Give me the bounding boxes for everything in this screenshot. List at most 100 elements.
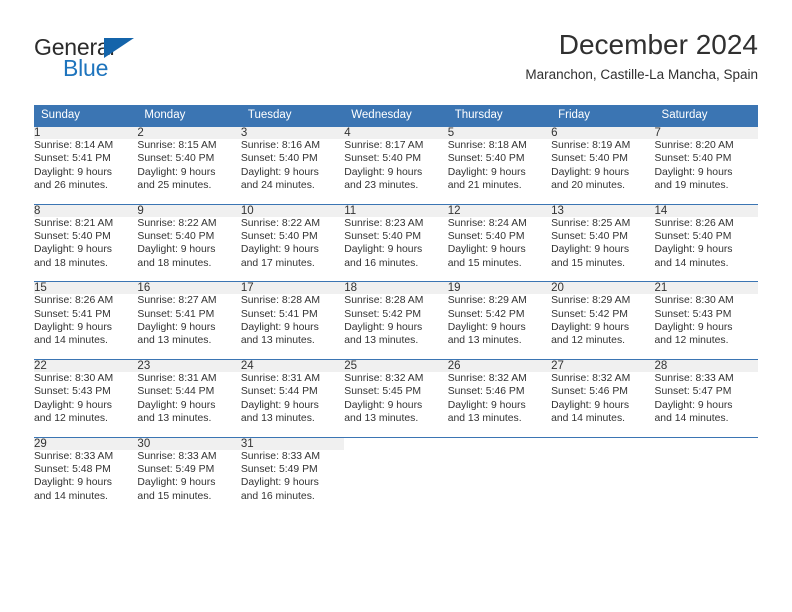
day-cell[interactable]: Sunrise: 8:22 AM Sunset: 5:40 PM Daylight:… — [240, 216, 345, 271]
day-cell[interactable]: Sunrise: 8:33 AM Sunset: 5:47 PM Daylight:… — [654, 371, 758, 426]
day-daylight-text: Daylight: 9 hours — [34, 166, 112, 178]
day-cell[interactable]: Sunrise: 8:26 AM Sunset: 5:40 PM Daylight:… — [654, 216, 758, 271]
day-sunset-text: Sunset: 5:40 PM — [551, 153, 628, 165]
day-cell[interactable]: Sunrise: 8:19 AM Sunset: 5:40 PM Daylight:… — [551, 139, 655, 193]
day-sunset-text: Sunset: 5:49 PM — [240, 463, 318, 475]
day-sunrise-text: Sunrise: 8:26 AM — [654, 217, 734, 229]
day-number[interactable]: 6 — [551, 127, 655, 139]
day-cell[interactable]: Sunrise: 8:20 AM Sunset: 5:40 PM Daylight:… — [654, 139, 758, 193]
day-cell[interactable]: Sunrise: 8:30 AM Sunset: 5:43 PM Daylight:… — [34, 371, 138, 426]
day-number[interactable]: 18 — [344, 282, 448, 295]
day-cell[interactable]: Sunrise: 8:18 AM Sunset: 5:40 PM Daylight:… — [447, 139, 552, 193]
day-cell[interactable]: Sunrise: 8:29 AM Sunset: 5:42 PM Daylight:… — [551, 294, 655, 348]
day-number[interactable]: 17 — [240, 282, 345, 295]
day-number[interactable]: 31 — [240, 437, 345, 450]
day-number[interactable]: 13 — [551, 204, 655, 217]
day-cell[interactable]: Sunrise: 8:24 AM Sunset: 5:40 PM Daylight:… — [447, 216, 552, 271]
day-sunrise-text: Sunrise: 8:22 AM — [137, 217, 217, 229]
day-cell[interactable]: Sunrise: 8:32 AM Sunset: 5:46 PM Daylight:… — [447, 371, 552, 426]
day-cell[interactable]: Sunrise: 8:22 AM Sunset: 5:40 PM Daylight:… — [137, 216, 241, 271]
day-number[interactable]: 27 — [551, 359, 655, 372]
day-daylight-text: Daylight: 9 hours — [447, 399, 526, 411]
day-number[interactable]: 1 — [34, 127, 138, 139]
day-daylight-text: and 12 minutes. — [654, 335, 729, 347]
day-cell[interactable]: Sunrise: 8:33 AM Sunset: 5:49 PM Daylight:… — [240, 449, 345, 504]
day-number[interactable]: 19 — [447, 282, 552, 295]
day-number[interactable]: 16 — [137, 282, 241, 295]
week-dayinfo-row: Sunrise: 8:14 AM Sunset: 5:41 PM Daylight:… — [34, 139, 758, 193]
day-daylight-text: Daylight: 9 hours — [344, 244, 423, 256]
day-sunset-text: Sunset: 5:49 PM — [137, 463, 215, 475]
day-number[interactable]: 24 — [240, 359, 345, 372]
day-cell-empty — [344, 449, 448, 504]
day-daylight-text: Daylight: 9 hours — [34, 477, 112, 489]
day-number[interactable]: 29 — [34, 437, 138, 450]
day-sunrise-text: Sunrise: 8:16 AM — [240, 140, 320, 151]
day-daylight-text: and 12 minutes. — [34, 413, 108, 425]
day-sunrise-text: Sunrise: 8:31 AM — [137, 372, 217, 384]
day-sunrise-text: Sunrise: 8:32 AM — [447, 372, 527, 384]
day-cell-empty — [654, 449, 758, 504]
day-daylight-text: and 26 minutes. — [34, 180, 108, 192]
day-number[interactable]: 30 — [137, 437, 241, 450]
day-number[interactable]: 15 — [34, 282, 138, 295]
day-number[interactable]: 11 — [344, 204, 448, 217]
day-sunrise-text: Sunrise: 8:33 AM — [34, 450, 114, 462]
day-cell[interactable]: Sunrise: 8:30 AM Sunset: 5:43 PM Daylight:… — [654, 294, 758, 348]
day-cell[interactable]: Sunrise: 8:28 AM Sunset: 5:42 PM Daylight:… — [344, 294, 448, 348]
week-dayinfo-row: Sunrise: 8:33 AM Sunset: 5:48 PM Daylight:… — [34, 449, 758, 504]
day-daylight-text: Daylight: 9 hours — [344, 166, 423, 178]
day-number[interactable]: 22 — [34, 359, 138, 372]
day-cell[interactable]: Sunrise: 8:21 AM Sunset: 5:40 PM Daylight:… — [34, 216, 138, 271]
day-cell[interactable]: Sunrise: 8:14 AM Sunset: 5:41 PM Daylight:… — [34, 139, 138, 193]
day-cell[interactable]: Sunrise: 8:29 AM Sunset: 5:42 PM Daylight:… — [447, 294, 552, 348]
day-sunrise-text: Sunrise: 8:30 AM — [34, 372, 114, 384]
week-gap — [34, 347, 758, 359]
day-cell[interactable]: Sunrise: 8:17 AM Sunset: 5:40 PM Daylight:… — [344, 139, 448, 193]
day-cell[interactable]: Sunrise: 8:16 AM Sunset: 5:40 PM Daylight:… — [240, 139, 345, 193]
day-cell[interactable]: Sunrise: 8:31 AM Sunset: 5:44 PM Daylight:… — [137, 371, 241, 426]
day-sunset-text: Sunset: 5:44 PM — [137, 386, 215, 398]
day-number[interactable]: 28 — [654, 359, 758, 372]
day-number[interactable]: 12 — [447, 204, 552, 217]
day-number[interactable]: 9 — [137, 204, 241, 217]
day-cell[interactable]: Sunrise: 8:32 AM Sunset: 5:46 PM Daylight:… — [551, 371, 655, 426]
day-cell[interactable]: Sunrise: 8:33 AM Sunset: 5:49 PM Daylight:… — [137, 449, 241, 504]
day-sunrise-text: Sunrise: 8:31 AM — [240, 372, 320, 384]
day-cell[interactable]: Sunrise: 8:31 AM Sunset: 5:44 PM Daylight:… — [240, 371, 345, 426]
day-daylight-text: Daylight: 9 hours — [447, 244, 526, 256]
day-daylight-text: and 18 minutes. — [137, 257, 212, 269]
day-number[interactable]: 10 — [240, 204, 345, 217]
day-number[interactable]: 5 — [447, 127, 552, 139]
day-sunrise-text: Sunrise: 8:33 AM — [654, 372, 734, 384]
day-sunset-text: Sunset: 5:40 PM — [447, 231, 525, 243]
day-number[interactable]: 23 — [137, 359, 241, 372]
weekday-header: Sunday Monday Tuesday Wednesday Thursday Frid… — [34, 105, 758, 126]
day-number[interactable]: 26 — [447, 359, 552, 372]
day-cell[interactable]: Sunrise: 8:32 AM Sunset: 5:45 PM Daylight:… — [344, 371, 448, 426]
day-sunrise-text: Sunrise: 8:28 AM — [344, 295, 424, 307]
week-gap-spacer — [34, 270, 758, 282]
day-sunrise-text: Sunrise: 8:25 AM — [551, 217, 631, 229]
day-cell[interactable]: Sunrise: 8:15 AM Sunset: 5:40 PM Daylight:… — [137, 139, 241, 193]
day-number[interactable]: 7 — [654, 127, 758, 139]
day-number[interactable]: 20 — [551, 282, 655, 295]
day-sunset-text: Sunset: 5:40 PM — [551, 231, 628, 243]
day-number[interactable]: 21 — [654, 282, 758, 295]
weekday-header-friday: Friday — [551, 105, 655, 126]
day-cell[interactable]: Sunrise: 8:25 AM Sunset: 5:40 PM Daylight:… — [551, 216, 655, 271]
day-number[interactable]: 4 — [344, 127, 448, 139]
day-number[interactable]: 14 — [654, 204, 758, 217]
calendar-header-row: Sunday Monday Tuesday Wednesday Thursday Frid… — [34, 105, 758, 126]
day-number[interactable]: 8 — [34, 204, 138, 217]
day-cell[interactable]: Sunrise: 8:26 AM Sunset: 5:41 PM Daylight:… — [34, 294, 138, 348]
day-cell[interactable]: Sunrise: 8:27 AM Sunset: 5:41 PM Daylight:… — [137, 294, 241, 348]
day-cell[interactable]: Sunrise: 8:33 AM Sunset: 5:48 PM Daylight:… — [34, 449, 138, 504]
day-number[interactable]: 3 — [240, 127, 345, 139]
day-sunrise-text: Sunrise: 8:19 AM — [551, 140, 631, 151]
day-cell[interactable]: Sunrise: 8:23 AM Sunset: 5:40 PM Daylight:… — [344, 216, 448, 271]
day-sunset-text: Sunset: 5:46 PM — [447, 386, 525, 398]
day-number[interactable]: 25 — [344, 359, 448, 372]
day-cell[interactable]: Sunrise: 8:28 AM Sunset: 5:41 PM Daylight:… — [240, 294, 345, 348]
day-number[interactable]: 2 — [137, 127, 241, 139]
